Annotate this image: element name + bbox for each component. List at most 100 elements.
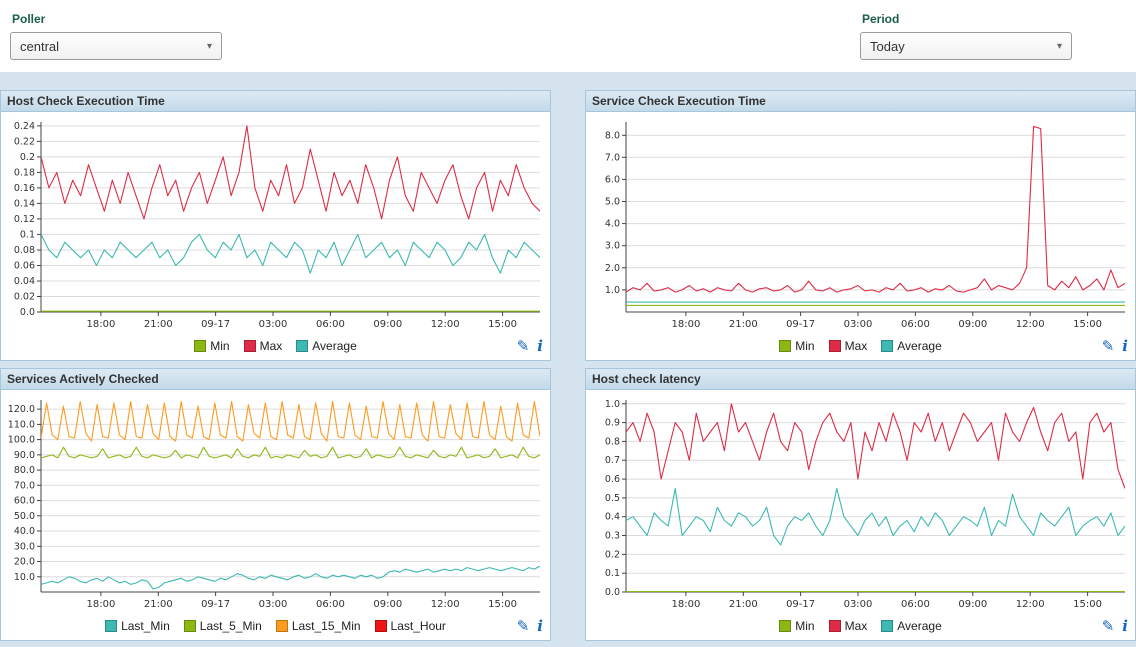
svg-text:15:00: 15:00 [488,599,517,610]
svg-text:06:00: 06:00 [316,319,345,330]
panel-icons: ✎ i [1102,337,1128,355]
svg-text:6.0: 6.0 [605,174,620,185]
svg-text:100.0: 100.0 [8,435,35,446]
svg-text:0.7: 0.7 [605,455,620,466]
svg-text:18:00: 18:00 [86,599,115,610]
svg-text:0.0: 0.0 [605,587,620,598]
chart-plot[interactable]: 0.00.020.040.060.080.10.120.140.160.180.… [1,112,550,334]
chart-title: Host check latency [586,369,1135,390]
legend-item: Max [829,619,868,633]
legend-label: Last_5_Min [200,619,262,633]
poller-select[interactable]: central ▾ [10,32,222,60]
svg-text:0.14: 0.14 [14,198,35,209]
legend-label: Min [210,339,229,353]
legend-color-swatch [829,620,841,632]
svg-text:0.16: 0.16 [14,183,35,194]
legend-item: Last_15_Min [276,619,361,633]
svg-text:0.12: 0.12 [14,214,35,225]
legend-color-swatch [276,620,288,632]
period-select[interactable]: Today ▾ [860,32,1072,60]
svg-text:7.0: 7.0 [605,152,620,163]
chart-panel-host-check-latency: Host check latency 0.00.10.20.30.40.50.6… [585,368,1136,641]
edit-graph-icon[interactable]: ✎ [517,337,530,355]
legend-label: Last_Hour [391,619,446,633]
svg-text:0.18: 0.18 [14,167,35,178]
svg-text:110.0: 110.0 [8,419,35,430]
svg-text:40.0: 40.0 [14,526,35,537]
legend-item: Last_Hour [375,619,446,633]
chevron-down-icon: ▾ [1057,41,1062,52]
svg-text:03:00: 03:00 [259,319,288,330]
svg-text:18:00: 18:00 [86,319,115,330]
svg-text:03:00: 03:00 [844,319,873,330]
legend-color-swatch [779,620,791,632]
svg-text:21:00: 21:00 [729,319,758,330]
chart-plot[interactable]: 10.020.030.040.050.060.070.080.090.0100.… [1,390,550,614]
chart-panel-host-check-execution-time: Host Check Execution Time 0.00.020.040.0… [0,90,551,361]
legend-item: Last_Min [105,619,170,633]
edit-graph-icon[interactable]: ✎ [517,617,530,635]
legend-label: Min [795,619,814,633]
svg-text:12:00: 12:00 [431,599,460,610]
filter-bar: Poller central ▾ Period Today ▾ [0,0,1136,72]
legend-label: Average [897,619,941,633]
svg-text:21:00: 21:00 [144,599,173,610]
period-label: Period [862,12,1072,26]
svg-text:09:00: 09:00 [373,319,402,330]
legend-label: Max [260,339,283,353]
svg-text:15:00: 15:00 [488,319,517,330]
panel-icons: ✎ i [517,617,543,635]
svg-text:0.8: 0.8 [605,436,620,447]
svg-text:0.06: 0.06 [14,261,35,272]
svg-text:70.0: 70.0 [14,480,35,491]
edit-graph-icon[interactable]: ✎ [1102,337,1115,355]
svg-text:10.0: 10.0 [14,572,35,583]
svg-text:12:00: 12:00 [431,319,460,330]
poller-filter-group: Poller central ▾ [10,8,222,72]
chart-legend: MinMaxAverage [772,339,949,355]
legend-bar: MinMaxAverage ✎ i [1,334,550,360]
legend-label: Min [795,339,814,353]
chart-title: Service Check Execution Time [586,91,1135,112]
svg-text:09:00: 09:00 [958,599,987,610]
legend-bar: Min Max Average ✎ i [586,614,1135,640]
svg-text:0.02: 0.02 [14,292,35,303]
legend-color-swatch [184,620,196,632]
svg-text:06:00: 06:00 [901,599,930,610]
legend-item: Average [881,619,941,633]
svg-text:09:00: 09:00 [958,319,987,330]
chart-plot[interactable]: 1.02.03.04.05.06.07.08.018:0021:0009-170… [586,112,1135,334]
svg-text:1.0: 1.0 [605,399,620,410]
svg-text:0.6: 0.6 [605,474,620,485]
chart-title: Services Actively Checked [1,369,550,390]
chart-legend: Last_Min Last_5_Min Last_15_Min Last_Hour [98,619,453,635]
legend-color-swatch [244,340,256,352]
info-icon[interactable]: i [1122,617,1128,635]
dashboard: Host Check Execution Time 0.0 0.02 0.0 40.0… [0,72,1136,647]
legend-color-swatch [105,620,117,632]
svg-text:09-17: 09-17 [201,319,230,330]
info-icon[interactable]: i [1122,337,1128,355]
legend-label: Average [897,339,941,353]
svg-text:0.0: 0.0 [20,307,35,318]
info-icon[interactable]: i [537,337,543,355]
edit-graph-icon[interactable]: ✎ [1102,617,1115,635]
svg-text:2.0: 2.0 [605,263,620,274]
info-icon[interactable]: i [537,617,543,635]
period-selected-value: Today [870,39,905,54]
legend-item: Min [779,619,814,633]
chart-plot[interactable]: 0.00.10.20.30.40.50.60.70.80.91.018:0021… [586,390,1135,614]
svg-text:0.3: 0.3 [605,531,620,542]
chart-title: Host Check Execution Time [1,91,550,112]
svg-text:0.1: 0.1 [20,229,35,240]
chart-panel-service-check-execution-time: Service Check Execution Time 1.02.03.04.… [585,90,1136,361]
legend-label: Last_Min [121,619,170,633]
legend-color-swatch [375,620,387,632]
legend-label: Last_15_Min [292,619,361,633]
svg-text:80.0: 80.0 [14,465,35,476]
svg-text:06:00: 06:00 [316,599,345,610]
svg-text:15:00: 15:00 [1073,319,1102,330]
legend-color-swatch [881,620,893,632]
svg-text:12:00: 12:00 [1016,599,1045,610]
svg-text:0.22: 0.22 [14,136,35,147]
